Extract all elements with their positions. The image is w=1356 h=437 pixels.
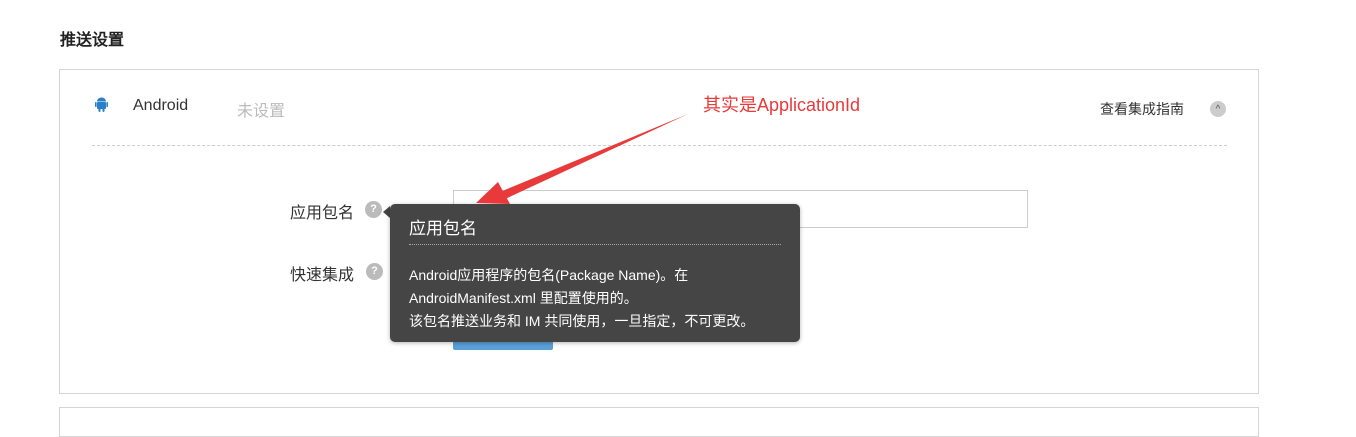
- annotation-arrow: [476, 114, 688, 204]
- annotation-text: 其实是ApplicationId: [703, 95, 861, 115]
